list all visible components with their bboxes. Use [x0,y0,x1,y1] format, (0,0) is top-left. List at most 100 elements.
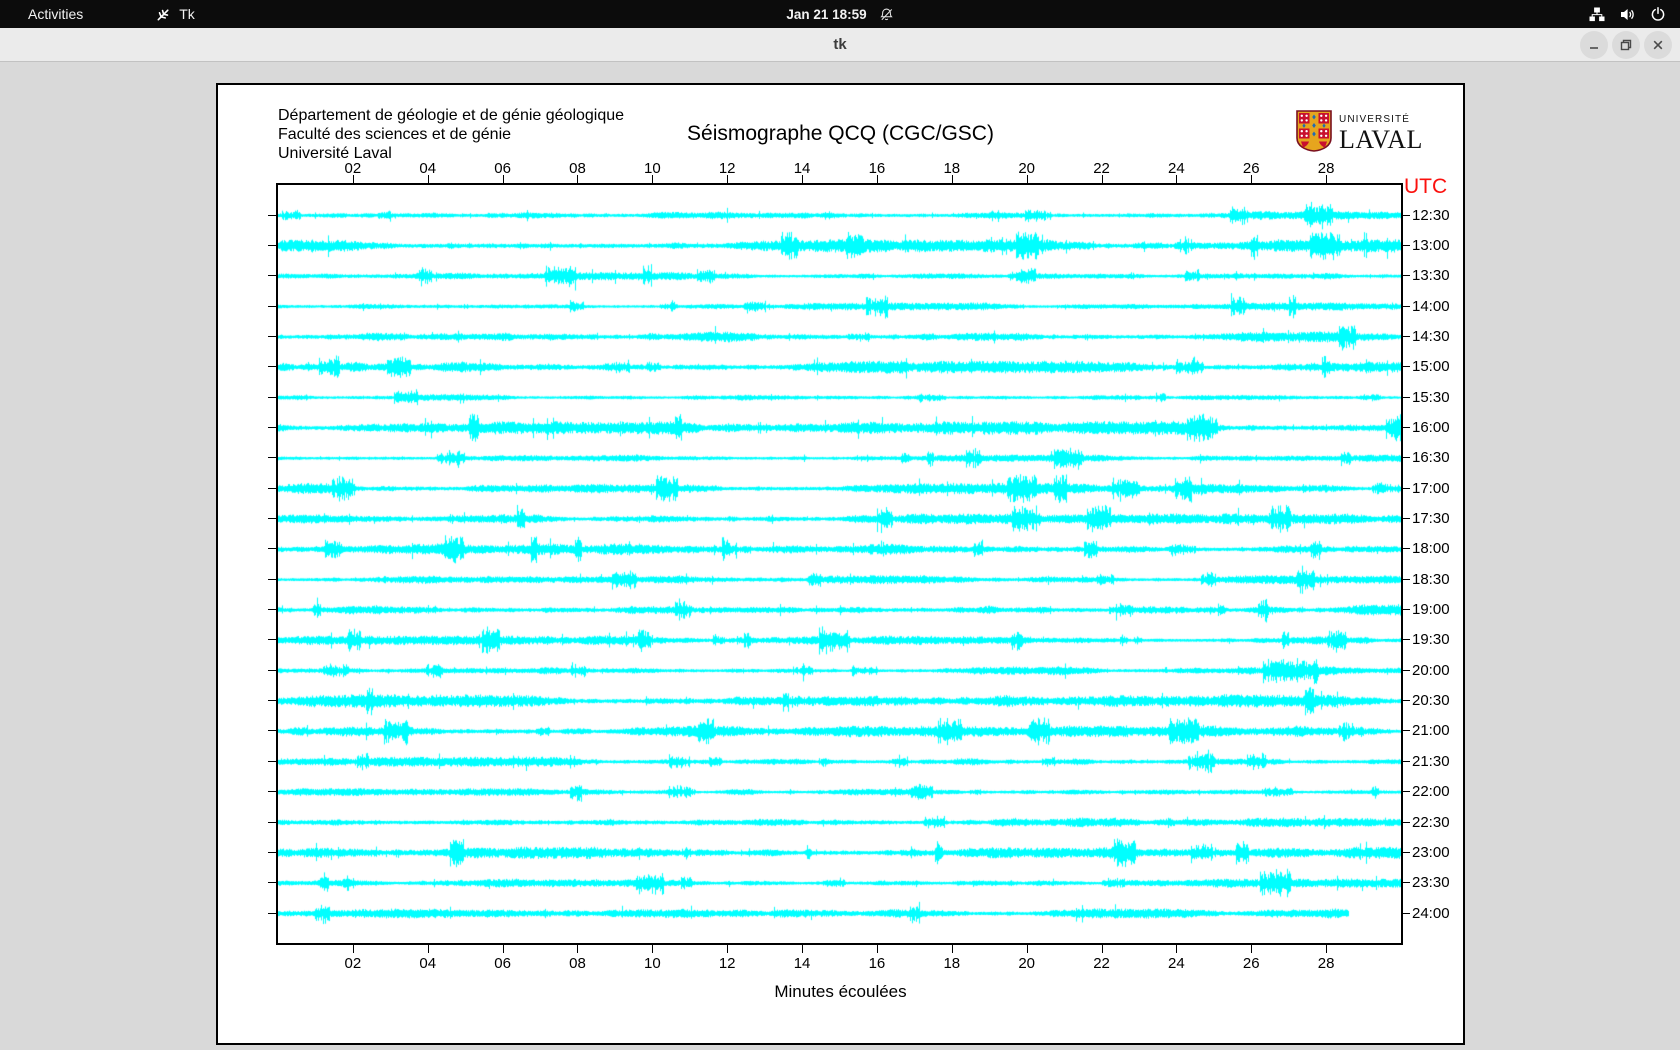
x-tick-mark-bottom [802,945,804,953]
page-title: Séismographe QCQ (CGC/GSC) [687,122,994,145]
trace-tick-right [1403,275,1410,277]
logo-universite-text: UNIVERSITÉ [1339,113,1411,125]
trace-tick-right [1403,851,1410,853]
trace-time-label: 16:00 [1412,418,1450,436]
x-tick-mark-bottom [652,945,654,953]
x-tick-label-bottom: 08 [569,955,586,972]
x-tick-label-bottom: 14 [793,955,811,972]
close-button[interactable] [1644,30,1672,59]
x-axis-title: Minutes écoulées [774,982,907,1001]
x-tick-label-bottom: 02 [344,955,362,972]
trace-time-label: 21:30 [1412,752,1450,770]
trace-time-label: 13:30 [1412,267,1450,285]
activities-button[interactable]: Activities [22,4,89,24]
trace-tick-right [1403,609,1410,611]
x-tick-mark-bottom [1101,945,1103,953]
trace-tick-left [268,700,276,702]
volume-icon[interactable] [1619,7,1636,22]
trace-time-label: 24:00 [1412,904,1450,922]
x-tick-mark-top [802,175,804,183]
trace-tick-left [268,214,276,216]
trace-tick-left [268,821,276,823]
trace-tick-left [268,366,276,368]
trace-tick-left [268,882,276,884]
x-tick-mark-bottom [1251,945,1253,953]
trace-tick-right [1403,578,1410,580]
trace-time-label: 15:30 [1412,388,1450,406]
x-tick-mark-top [502,175,504,183]
notifications-muted-icon [879,7,894,22]
trace-tick-right [1403,669,1410,671]
trace-time-label: 20:00 [1412,661,1450,679]
x-tick-mark-top [577,175,579,183]
logo-laval-text: LAVAL [1339,124,1423,154]
x-tick-mark-bottom [1326,945,1328,953]
trace-time-label: 22:00 [1412,783,1450,801]
trace-tick-right [1403,244,1410,246]
trace-tick-right [1403,426,1410,428]
trace-tick-left [268,791,276,793]
x-tick-label-bottom: 04 [419,955,437,972]
trace-tick-left [268,426,276,428]
trace-tick-right [1403,760,1410,762]
x-tick-label-bottom: 16 [868,955,886,972]
seismogram-traces-canvas [278,185,1401,943]
trace-tick-right [1403,882,1410,884]
trace-tick-left [268,457,276,459]
trace-tick-left [268,275,276,277]
trace-tick-right [1403,396,1410,398]
seismograph-canvas-frame: Département de géologie et de génie géol… [216,83,1465,1045]
trace-time-label: 14:00 [1412,297,1450,315]
trace-tick-left [268,396,276,398]
trace-time-label: 13:00 [1412,236,1450,254]
trace-time-label: 19:30 [1412,631,1450,649]
x-tick-mark-bottom [876,945,878,953]
window-title: tk [833,36,847,53]
x-tick-label-bottom: 26 [1242,955,1260,972]
trace-tick-left [268,730,276,732]
trace-time-label: 17:30 [1412,510,1450,527]
trace-tick-right [1403,700,1410,702]
trace-tick-right [1403,518,1410,519]
trace-tick-right [1403,457,1410,459]
restore-button[interactable] [1612,30,1640,59]
minimize-button[interactable] [1580,30,1608,59]
x-tick-mark-bottom [1176,945,1178,953]
app-menu[interactable]: Tk [155,6,195,23]
x-tick-mark-top [951,175,953,183]
x-tick-mark-top [1251,175,1253,183]
laval-shield-icon [1296,110,1332,157]
x-tick-mark-top [652,175,654,183]
trace-tick-right [1403,487,1410,489]
trace-tick-left [268,487,276,489]
trace-time-label: 16:30 [1412,449,1450,467]
trace-tick-left [268,335,276,337]
trace-tick-left [268,609,276,611]
trace-tick-left [268,669,276,671]
x-tick-label-bottom: 20 [1018,955,1035,972]
trace-tick-left [268,760,276,762]
trace-time-label: 20:30 [1412,692,1450,710]
network-icon[interactable] [1589,7,1605,22]
laval-logo: UNIVERSITÉ LAVAL [1296,110,1423,157]
trace-time-label: 12:30 [1412,206,1450,224]
trace-tick-left [268,305,276,307]
x-tick-mark-bottom [352,945,354,953]
trace-tick-right [1403,639,1410,641]
window-titlebar[interactable]: tk [0,28,1680,62]
trace-tick-right [1403,335,1410,337]
x-tick-mark-bottom [951,945,953,953]
trace-time-label: 14:30 [1412,327,1450,345]
x-tick-label-bottom: 22 [1093,955,1110,972]
clock[interactable]: Jan 21 18:59 [786,7,866,22]
trace-tick-left [268,851,276,853]
trace-time-label: 18:30 [1412,570,1450,588]
trace-tick-left [268,548,276,550]
power-icon[interactable] [1650,6,1666,22]
trace-tick-left [268,244,276,246]
app-menu-label: Tk [179,6,195,22]
x-tick-label-bottom: 24 [1168,955,1185,972]
x-tick-mark-top [427,175,429,183]
x-tick-mark-top [352,175,354,183]
x-tick-mark-top [1026,175,1028,183]
